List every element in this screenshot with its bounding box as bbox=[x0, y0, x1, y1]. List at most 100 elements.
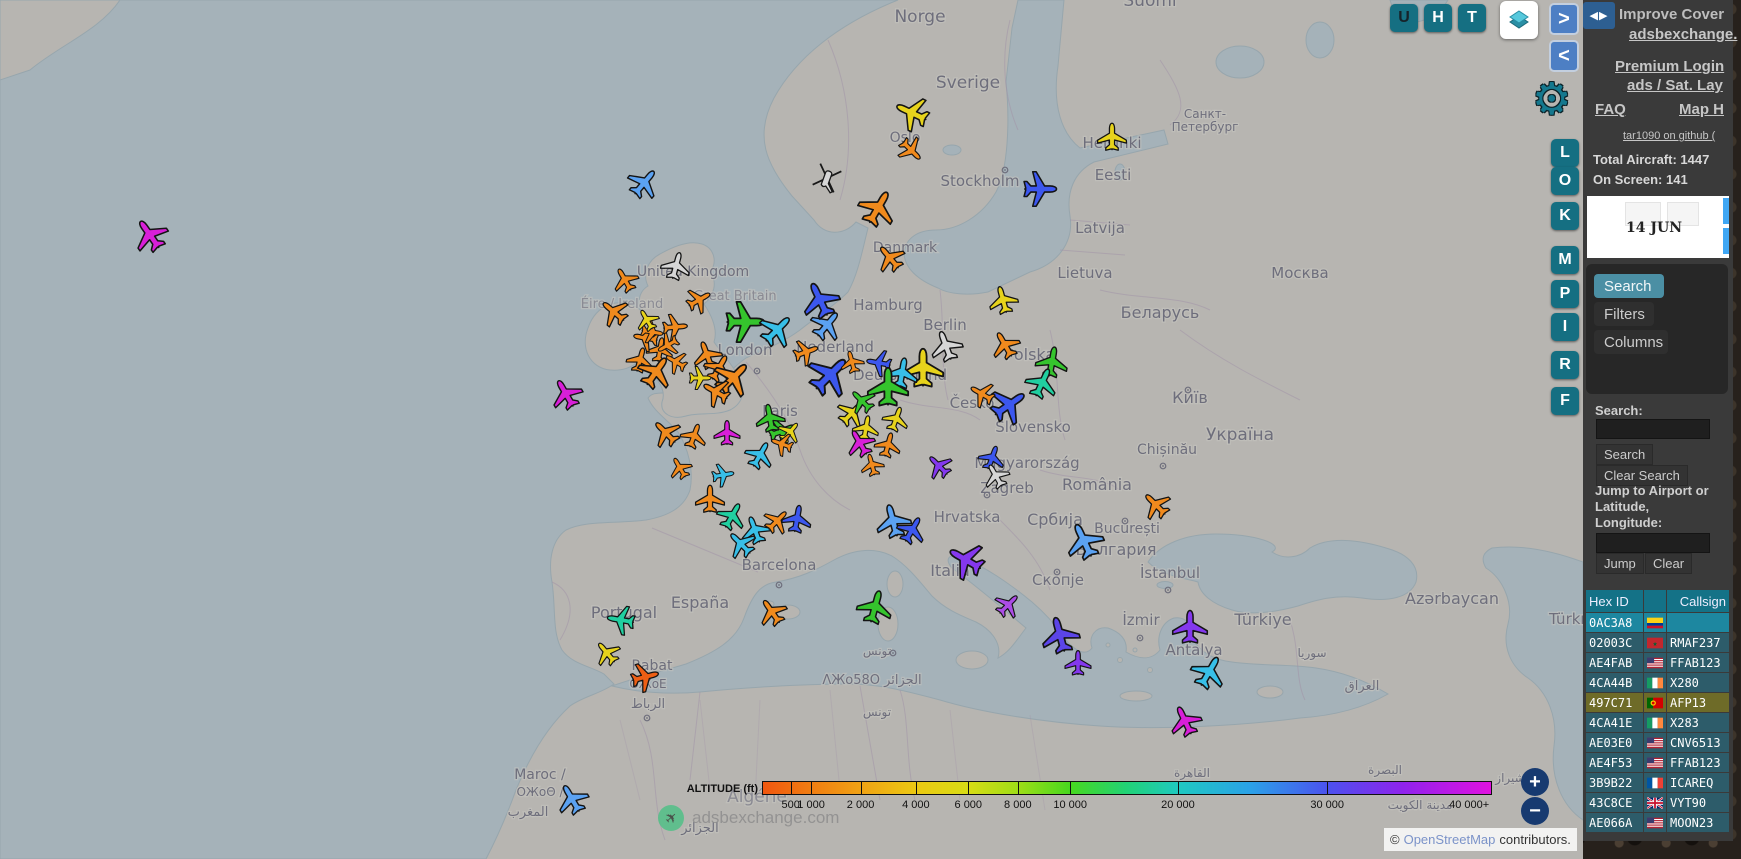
aircraft-row[interactable]: 3B9B22ICAREQ bbox=[1586, 773, 1730, 792]
aircraft-row[interactable]: AE03E0 CNV6513 bbox=[1586, 733, 1730, 752]
map-label: España bbox=[671, 593, 729, 612]
clear-button[interactable]: Clear bbox=[1645, 553, 1692, 574]
map-label: ΟЖοΘ / bbox=[516, 785, 564, 799]
premium-login-link[interactable]: Premium Login bbox=[1615, 58, 1724, 75]
github-link[interactable]: tar1090 on github ( bbox=[1623, 130, 1715, 142]
legend-tick bbox=[1018, 782, 1019, 794]
tabs-panel: Search Filters Columns bbox=[1586, 264, 1728, 394]
aircraft-table-header: Hex ID Callsign bbox=[1586, 590, 1730, 612]
header-hex-id[interactable]: Hex ID bbox=[1586, 590, 1643, 612]
aircraft-row[interactable]: 497C71AFP13 bbox=[1586, 693, 1730, 712]
adsbexchange-logo: ✈ bbox=[658, 805, 684, 831]
legend-tick bbox=[1070, 782, 1071, 794]
callsign-cell: RMAF237 bbox=[1667, 633, 1729, 652]
aircraft-row[interactable]: 0AC3A8 bbox=[1586, 613, 1730, 632]
map-button-k[interactable]: K bbox=[1551, 202, 1579, 230]
map-label: United Kingdom bbox=[637, 264, 749, 280]
sidebar-collapse-button[interactable]: < bbox=[1549, 40, 1579, 72]
openstreetmap-link[interactable]: OpenStreetMap bbox=[1404, 832, 1496, 847]
chevron-left-icon: < bbox=[1558, 45, 1570, 68]
plus-icon: + bbox=[1529, 771, 1541, 794]
callsign-cell: CNV6513 bbox=[1667, 733, 1729, 752]
map-button-i[interactable]: I bbox=[1551, 313, 1579, 341]
header-flag[interactable] bbox=[1644, 590, 1666, 612]
adsb-flight-tracker-app: NorgeSverigeSuomiOsloStockholmHelsinkiСа… bbox=[0, 0, 1741, 859]
sidebar-panel: ◀▶ Improve Cover adsbexchange. Premium L… bbox=[1583, 0, 1733, 841]
flag-cell bbox=[1644, 793, 1666, 812]
aircraft-row[interactable]: 43C8CEVYT90 bbox=[1586, 793, 1730, 812]
map-button-l[interactable]: L bbox=[1551, 139, 1579, 167]
sat-layers-link[interactable]: ads / Sat. Lay bbox=[1627, 77, 1723, 94]
map-label: Antalya bbox=[1165, 641, 1222, 659]
map-button-o[interactable]: O bbox=[1551, 167, 1579, 195]
zoom-out-button[interactable]: − bbox=[1521, 797, 1549, 825]
search-input[interactable] bbox=[1596, 419, 1710, 439]
datebox-scrollbar[interactable] bbox=[1723, 198, 1729, 224]
map-label: تونس bbox=[863, 705, 891, 720]
on-screen-label: On Screen: bbox=[1593, 172, 1662, 187]
aircraft-row[interactable]: 4CA44BX280 bbox=[1586, 673, 1730, 692]
zoom-in-button[interactable]: + bbox=[1521, 768, 1549, 796]
map-button-f[interactable]: F bbox=[1551, 387, 1579, 415]
datebox-scrollbar[interactable] bbox=[1723, 228, 1729, 254]
map-label: Berlin bbox=[923, 316, 967, 334]
panel-collapse-button[interactable]: ◀▶ bbox=[1583, 2, 1615, 29]
search-button[interactable]: Search bbox=[1596, 444, 1653, 465]
history-date-box[interactable]: 14 JUN bbox=[1587, 196, 1729, 258]
tab-columns[interactable]: Columns bbox=[1594, 330, 1668, 354]
map-button-p[interactable]: P bbox=[1551, 280, 1579, 308]
legend-tick-label: 10 000 bbox=[1053, 799, 1087, 811]
date-label: 14 JUN bbox=[1587, 220, 1721, 236]
city-dot-center bbox=[1162, 465, 1164, 467]
legend-tick bbox=[1327, 782, 1328, 794]
map-button-m[interactable]: M bbox=[1551, 246, 1579, 274]
jump-button[interactable]: Jump bbox=[1596, 553, 1644, 574]
city-dot-center bbox=[1167, 589, 1169, 591]
layers-button[interactable] bbox=[1500, 1, 1538, 39]
map-button-t[interactable]: T bbox=[1458, 4, 1486, 32]
chevron-right-icon: > bbox=[1558, 8, 1570, 31]
legend-tick bbox=[1178, 782, 1179, 794]
search-label: Search: bbox=[1595, 403, 1643, 418]
map-attribution: © OpenStreetMap contributors. bbox=[1384, 828, 1577, 851]
hex-id-cell: 3B9B22 bbox=[1586, 773, 1643, 792]
callsign-cell: FFAB123 bbox=[1667, 753, 1729, 772]
hex-id-cell: AE03E0 bbox=[1586, 733, 1643, 752]
map-help-link[interactable]: Map H bbox=[1679, 101, 1724, 118]
aircraft-table: Hex ID Callsign 0AC3A802003C★RMAF237AE4F… bbox=[1586, 590, 1730, 833]
faq-link[interactable]: FAQ bbox=[1595, 101, 1626, 118]
flag-ireland-icon bbox=[1647, 717, 1663, 729]
map-label: الرباط bbox=[631, 697, 665, 712]
city-dot-center bbox=[1004, 169, 1006, 171]
settings-gear-icon[interactable]: ⚙ bbox=[1532, 78, 1571, 122]
flag-cell bbox=[1644, 613, 1666, 632]
legend-tick-label: 20 000 bbox=[1161, 799, 1195, 811]
aircraft-row[interactable]: AE066AMOON23 bbox=[1586, 813, 1730, 832]
aircraft-row[interactable]: 4CA41EX283 bbox=[1586, 713, 1730, 732]
map-label: Петербург bbox=[1172, 120, 1239, 134]
sidebar-expand-button[interactable]: > bbox=[1549, 3, 1579, 35]
tab-search[interactable]: Search bbox=[1594, 274, 1664, 298]
jump-input[interactable] bbox=[1596, 533, 1710, 553]
header-callsign[interactable]: Callsign bbox=[1667, 590, 1729, 612]
callsign-cell: AFP13 bbox=[1667, 693, 1729, 712]
map-label: İstanbul bbox=[1140, 563, 1200, 582]
aircraft-row[interactable]: AE4FABFFAB123 bbox=[1586, 653, 1730, 672]
aircraft-row[interactable]: 02003C★RMAF237 bbox=[1586, 633, 1730, 652]
map-label: Eesti bbox=[1095, 166, 1132, 184]
map-button-r[interactable]: R bbox=[1551, 351, 1579, 379]
adsbexchange-link[interactable]: adsbexchange. bbox=[1629, 26, 1737, 43]
tab-filters[interactable]: Filters bbox=[1594, 302, 1654, 326]
aircraft-row[interactable]: AE4F53FFAB123 bbox=[1586, 753, 1730, 772]
callsign-cell: X283 bbox=[1667, 713, 1729, 732]
map-canvas[interactable]: NorgeSverigeSuomiOsloStockholmHelsinkiСа… bbox=[0, 0, 1583, 859]
svg-text:★: ★ bbox=[1653, 639, 1658, 648]
map-label: البصرة bbox=[1368, 763, 1402, 778]
map-button-h[interactable]: H bbox=[1424, 4, 1452, 32]
flag-cell bbox=[1644, 713, 1666, 732]
map-button-u[interactable]: U bbox=[1390, 4, 1418, 32]
flag-france-icon bbox=[1647, 777, 1663, 789]
flag-cell bbox=[1644, 673, 1666, 692]
map-label: Stockholm bbox=[941, 172, 1020, 190]
attribution-prefix: © bbox=[1390, 832, 1400, 847]
